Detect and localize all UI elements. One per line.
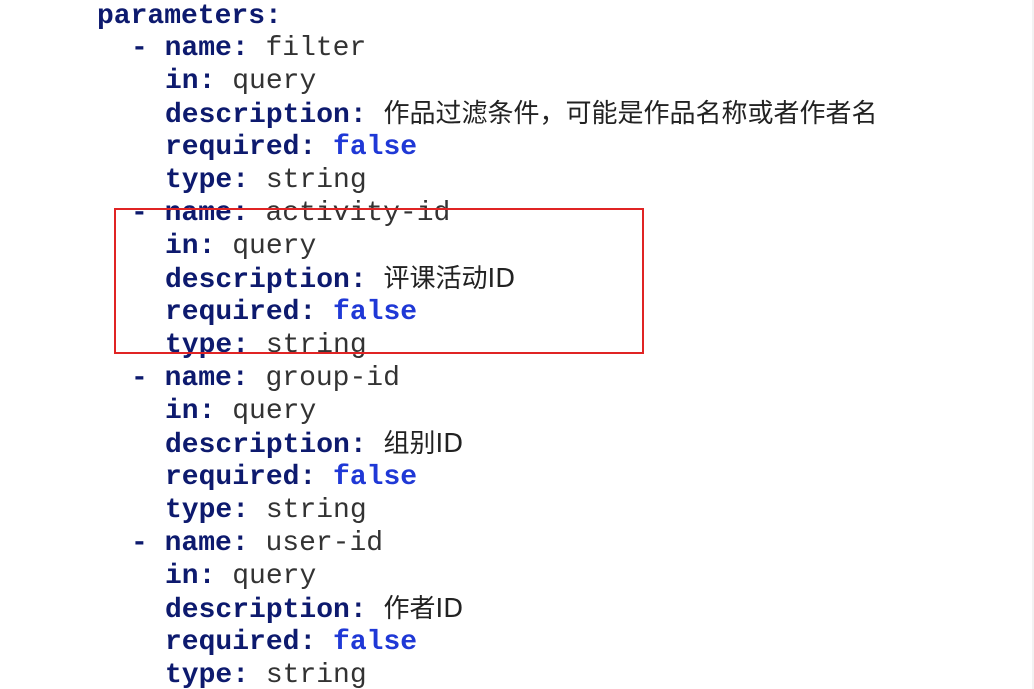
param-type-line: type: string [165, 329, 367, 362]
type-key: type [165, 330, 233, 361]
colon: : [232, 660, 250, 689]
in-key: in [165, 66, 199, 97]
param-in-line: in: query [165, 65, 316, 98]
param-in-value: query [232, 231, 317, 262]
in-key: in [165, 231, 199, 262]
colon: : [349, 595, 367, 626]
param-required-line: required: false [165, 296, 417, 329]
required-key: required [165, 462, 300, 493]
param-description-value: 作品过滤条件，可能是作品名称或者作者名 [383, 99, 878, 129]
param-name-value: filter [265, 33, 367, 64]
name-key: name [164, 363, 232, 394]
name-key: name [164, 33, 232, 64]
param-in-value: query [232, 66, 317, 97]
colon: : [299, 132, 317, 163]
colon: : [232, 165, 250, 196]
param-type-line: type: string [165, 164, 367, 197]
colon: : [232, 495, 250, 526]
type-key: type [165, 495, 233, 526]
colon: : [232, 330, 250, 361]
required-key: required [165, 297, 300, 328]
colon: : [198, 396, 216, 427]
colon: : [231, 198, 249, 229]
yaml-editor[interactable]: parameters: - name: filter in: query des… [0, 0, 1034, 689]
param-description-line: description: 组别ID [165, 428, 463, 461]
in-key: in [165, 396, 199, 427]
colon: : [299, 627, 317, 658]
description-key: description [165, 100, 350, 131]
list-dash: - [131, 33, 148, 64]
param-description-value: 评课活动ID [383, 264, 516, 294]
param-required-value: false [333, 297, 418, 328]
param-description-line: description: 作者ID [165, 593, 463, 626]
param-type-value: string [265, 330, 367, 361]
param-name-line: - name: filter [131, 32, 366, 65]
list-dash: - [131, 198, 148, 229]
colon: : [349, 430, 367, 461]
param-name-value: activity-id [265, 198, 451, 229]
required-key: required [165, 627, 300, 658]
param-type-value: string [265, 495, 367, 526]
param-name-line: - name: group-id [131, 362, 400, 395]
type-key: type [165, 165, 233, 196]
param-in-line: in: query [165, 230, 316, 263]
param-description-line: description: 作品过滤条件，可能是作品名称或者作者名 [165, 98, 877, 131]
description-key: description [165, 430, 350, 461]
param-required-value: false [333, 627, 418, 658]
name-key: name [164, 528, 232, 559]
param-required-line: required: false [165, 131, 417, 164]
param-required-line: required: false [165, 626, 417, 659]
param-type-value: string [265, 660, 367, 689]
param-required-line: required: false [165, 461, 417, 494]
colon: : [299, 462, 317, 493]
colon: : [198, 561, 216, 592]
param-description-value: 作者ID [383, 594, 464, 624]
param-required-value: false [333, 132, 418, 163]
param-description-line: description: 评课活动ID [165, 263, 515, 296]
colon: : [198, 231, 216, 262]
colon: : [349, 100, 367, 131]
colon: : [231, 33, 249, 64]
param-description-value: 组别ID [383, 429, 464, 459]
param-type-line: type: string [165, 659, 367, 689]
colon: : [198, 66, 216, 97]
list-dash: - [131, 363, 148, 394]
param-type-value: string [265, 165, 367, 196]
colon: : [231, 363, 249, 394]
colon: : [299, 297, 317, 328]
list-dash: - [131, 528, 148, 559]
colon: : [349, 265, 367, 296]
param-in-line: in: query [165, 560, 316, 593]
param-name-line: - name: activity-id [131, 197, 450, 230]
required-key: required [165, 132, 300, 163]
param-required-value: false [333, 462, 418, 493]
colon: : [231, 528, 249, 559]
description-key: description [165, 265, 350, 296]
param-name-value: group-id [265, 363, 400, 394]
colon: : [265, 1, 282, 32]
in-key: in [165, 561, 199, 592]
param-in-line: in: query [165, 395, 316, 428]
type-key: type [165, 660, 233, 689]
param-in-value: query [232, 396, 317, 427]
param-type-line: type: string [165, 494, 367, 527]
name-key: name [164, 198, 232, 229]
description-key: description [165, 595, 350, 626]
param-in-value: query [232, 561, 317, 592]
param-name-value: user-id [265, 528, 384, 559]
root-key-line: parameters: [97, 0, 282, 33]
param-name-line: - name: user-id [131, 527, 383, 560]
root-key: parameters [97, 1, 266, 32]
